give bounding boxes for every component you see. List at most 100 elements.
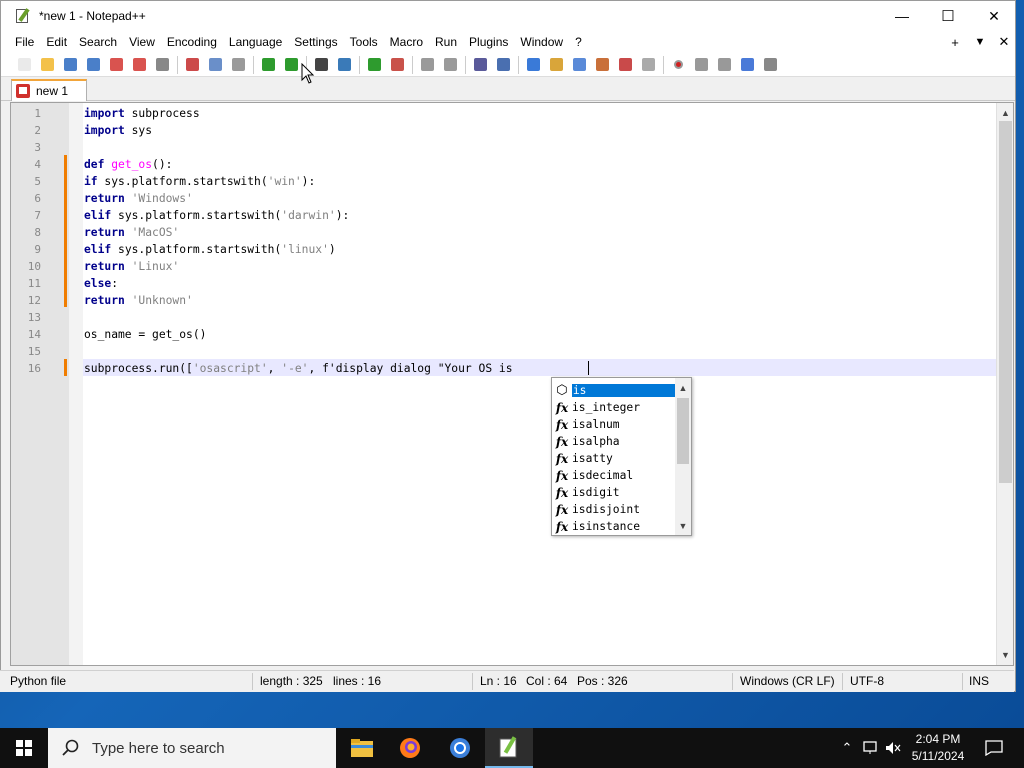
autocomplete-item[interactable]: fx isdigit <box>554 484 675 501</box>
chrome-button[interactable] <box>436 728 484 768</box>
menu-edit[interactable]: Edit <box>40 31 73 53</box>
play-macro-button[interactable] <box>713 55 735 75</box>
show-all-chars-button[interactable] <box>492 55 514 75</box>
network-icon[interactable] <box>860 728 882 768</box>
file-explorer-button[interactable] <box>338 728 386 768</box>
tab-new-1[interactable]: new 1 <box>11 79 87 101</box>
autocomplete-item[interactable]: fx isatty <box>554 450 675 467</box>
menu-help[interactable]: ? <box>569 31 588 53</box>
status-divider <box>472 673 473 690</box>
save-macro-button[interactable] <box>759 55 781 75</box>
autocomplete-item[interactable]: fx isalnum <box>554 416 675 433</box>
plus-icon: + <box>951 34 959 50</box>
autocomplete-item[interactable]: fx isdisjoint <box>554 501 675 518</box>
code-token: 'Unknown' <box>131 294 193 307</box>
scroll-down-icon[interactable]: ▼ <box>997 647 1014 663</box>
sync-vertical-button[interactable] <box>416 55 438 75</box>
tray-chevron-up-icon[interactable]: ⌃ <box>838 728 856 768</box>
folder-workspace-button[interactable] <box>591 55 613 75</box>
menu-search[interactable]: Search <box>73 31 123 53</box>
doc-map-button[interactable] <box>545 55 567 75</box>
close-doc-button[interactable]: ✕ <box>992 31 1016 53</box>
autocomplete-item[interactable]: ⬡ is <box>554 382 675 399</box>
replace-button[interactable] <box>333 55 355 75</box>
menu-tools[interactable]: Tools <box>344 31 384 53</box>
tab-list-button[interactable]: ▼ <box>968 31 992 53</box>
fold-margin[interactable] <box>69 103 83 665</box>
stop-macro-button[interactable] <box>690 55 712 75</box>
menu-encoding[interactable]: Encoding <box>161 31 223 53</box>
menu-language[interactable]: Language <box>223 31 288 53</box>
code-token: return <box>84 260 125 273</box>
save-all-button[interactable] <box>82 55 104 75</box>
autocomplete-item[interactable]: fx isalpha <box>554 433 675 450</box>
line-number: 14 <box>27 328 41 341</box>
unsaved-file-icon <box>16 84 30 98</box>
function-icon: fx <box>555 417 569 432</box>
undo-icon <box>261 58 275 71</box>
menu-window[interactable]: Window <box>514 31 569 53</box>
redo-button[interactable] <box>280 55 302 75</box>
firefox-button[interactable] <box>386 728 434 768</box>
menu-view[interactable]: View <box>123 31 161 53</box>
paste-button[interactable] <box>227 55 249 75</box>
autocomplete-label: is <box>571 384 675 397</box>
chevron-down-icon: ▼ <box>974 36 986 48</box>
doc-list-button[interactable] <box>614 55 636 75</box>
notepadpp-taskbar-button[interactable] <box>485 728 533 768</box>
start-button[interactable] <box>0 728 48 768</box>
record-macro-button[interactable] <box>667 55 689 75</box>
menu-plugins[interactable]: Plugins <box>463 31 514 53</box>
close-button[interactable] <box>105 55 127 75</box>
menu-settings[interactable]: Settings <box>288 31 343 53</box>
taskbar-search[interactable]: Type here to search <box>48 728 336 768</box>
new-button[interactable] <box>13 55 35 75</box>
maximize-button[interactable]: ☐ <box>925 1 971 31</box>
new-tab-plus-button[interactable]: + <box>943 31 967 53</box>
word-wrap-button[interactable] <box>469 55 491 75</box>
scroll-down-icon[interactable]: ▼ <box>675 518 691 534</box>
title-bar[interactable]: *new 1 - Notepad++ — ☐ ✕ <box>1 1 1015 31</box>
scroll-up-icon[interactable]: ▲ <box>997 105 1014 121</box>
code-token: 'darwin' <box>281 209 336 222</box>
save-button[interactable] <box>59 55 81 75</box>
cut-button[interactable] <box>181 55 203 75</box>
run-macro-multiple-button[interactable] <box>736 55 758 75</box>
notifications-button[interactable] <box>980 728 1008 768</box>
zoom-in-button[interactable] <box>363 55 385 75</box>
function-list-button[interactable] <box>568 55 590 75</box>
close-button[interactable]: ✕ <box>971 1 1017 31</box>
menu-file[interactable]: File <box>9 31 40 53</box>
autocomplete-scrollbar[interactable]: ▲ ▼ <box>675 378 691 535</box>
taskbar-clock[interactable]: 2:04 PM 5/11/2024 <box>902 728 974 768</box>
copy-button[interactable] <box>204 55 226 75</box>
sync-horizontal-button[interactable] <box>439 55 461 75</box>
indent-guide-button[interactable] <box>522 55 544 75</box>
vertical-scrollbar[interactable]: ▲ ▼ <box>996 103 1013 665</box>
autocomplete-scroll-thumb[interactable] <box>677 398 689 464</box>
autocomplete-item[interactable]: fx isdecimal <box>554 467 675 484</box>
open-button[interactable] <box>36 55 58 75</box>
menu-macro[interactable]: Macro <box>384 31 429 53</box>
scroll-thumb[interactable] <box>999 121 1012 483</box>
print-icon <box>155 58 169 71</box>
status-divider <box>252 673 253 690</box>
volume-muted-icon[interactable] <box>884 728 902 768</box>
undo-button[interactable] <box>257 55 279 75</box>
code-editor[interactable]: 1 2 3 4 5 6 7 8 9 10 11 12 13 14 15 16 import subproces… <box>10 102 1014 666</box>
minimize-button[interactable]: — <box>879 1 925 31</box>
autocomplete-item[interactable]: fx is_integer <box>554 399 675 416</box>
keyword-cube-icon: ⬡ <box>556 383 568 398</box>
autocomplete-label: isatty <box>572 452 613 465</box>
menu-run[interactable]: Run <box>429 31 463 53</box>
close-all-button[interactable] <box>128 55 150 75</box>
close-all-icon <box>132 58 146 71</box>
monitoring-button[interactable] <box>637 55 659 75</box>
zoom-out-button[interactable] <box>386 55 408 75</box>
status-divider <box>732 673 733 690</box>
print-button[interactable] <box>151 55 173 75</box>
code-line: else: <box>83 275 118 292</box>
autocomplete-item[interactable]: fx isinstance <box>554 518 675 535</box>
scroll-up-icon[interactable]: ▲ <box>675 380 691 396</box>
